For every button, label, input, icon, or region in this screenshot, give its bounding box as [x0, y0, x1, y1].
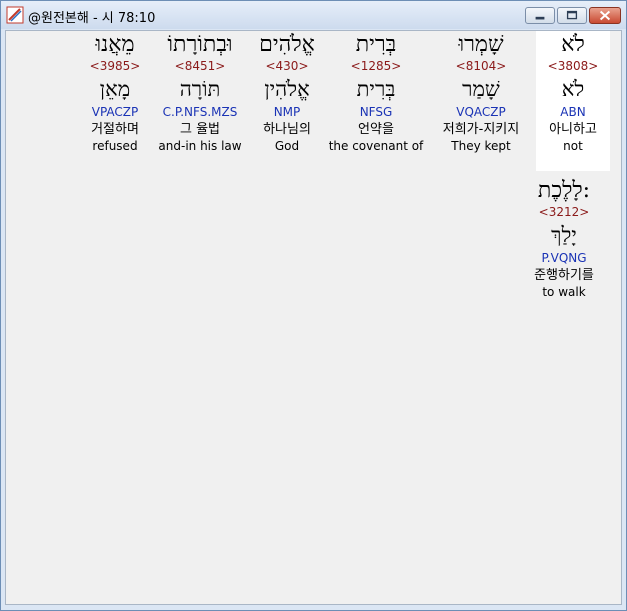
hebrew-word: שָׁמְרוּ: [458, 32, 504, 57]
morph-code: P.VQNG: [541, 251, 587, 265]
word-column[interactable]: אֱלֹהִים <430> אֱלֹהִין NMP 하나님의 God: [249, 31, 325, 154]
hebrew-word: מֵאֲנוּ: [95, 32, 135, 57]
lemma-word: אֱלֹהִין: [264, 77, 310, 101]
lemma-word: יָלַךְ: [551, 223, 577, 247]
hebrew-word: וּבְתוֹרָתוֹ: [167, 32, 233, 57]
close-button[interactable]: [589, 7, 621, 24]
window-title: @원전본해 - 시 78:10: [28, 11, 156, 26]
lemma-word: תּוֹרָה: [179, 77, 221, 101]
minimize-button[interactable]: [525, 7, 555, 24]
interlinear-pane[interactable]: לֹא <3808> לֹא ABN 아니하고 not שָׁמְרוּ <81…: [5, 30, 622, 605]
morph-code: C.P.NFS.MZS: [162, 105, 238, 119]
korean-gloss: 언약을: [358, 122, 394, 137]
english-gloss: and-in his law: [158, 139, 242, 153]
korean-gloss: 준행하기를: [534, 268, 594, 283]
app-window: @원전본해 - 시 78:10 לֹא <3808> לֹא ABN 아니하고 …: [0, 0, 627, 611]
english-gloss: to walk: [542, 285, 586, 299]
lemma-word: מָאֵן: [99, 77, 131, 101]
korean-gloss: 아니하고: [549, 122, 597, 137]
word-column[interactable]: וּבְתוֹרָתוֹ <8451> תּוֹרָה C.P.NFS.MZS …: [154, 31, 246, 154]
strong-number[interactable]: <3808>: [536, 58, 610, 74]
strong-number[interactable]: <8104>: [430, 58, 532, 74]
title-bar[interactable]: @원전본해 - 시 78:10: [1, 1, 626, 29]
korean-gloss: 그 율법: [179, 122, 220, 137]
word-column[interactable]: לֹא <3808> לֹא ABN 아니하고 not: [536, 31, 610, 171]
korean-gloss: 거절하며: [91, 122, 139, 137]
strong-number[interactable]: <1285>: [328, 58, 424, 74]
english-gloss: God: [274, 139, 300, 153]
english-gloss: refused: [92, 139, 138, 153]
lemma-word: בְּרִית: [356, 77, 396, 101]
morph-code: VPACZP: [91, 105, 139, 119]
word-column[interactable]: מֵאֲנוּ <3985> מָאֵן VPACZP 거절하며 refused: [80, 31, 150, 154]
korean-gloss: 저희가-지키지: [442, 122, 520, 137]
hebrew-word: לָלֶכֶת:: [537, 178, 591, 203]
app-icon: [6, 6, 24, 24]
word-column[interactable]: לָלֶכֶת: <3212> יָלַךְ P.VQNG 준행하기를 to w…: [520, 177, 608, 300]
morph-code: ABN: [560, 105, 586, 119]
morph-code: NFSG: [359, 105, 393, 119]
word-column[interactable]: בְּרִית <1285> בְּרִית NFSG 언약을 the cove…: [328, 31, 424, 154]
english-gloss: not: [563, 139, 583, 153]
english-gloss: They kept: [451, 139, 511, 153]
lemma-word: שָׁמַר: [462, 77, 500, 101]
english-gloss: the covenant of: [328, 139, 424, 153]
strong-number[interactable]: <3212>: [520, 204, 608, 220]
strong-number[interactable]: <430>: [249, 58, 325, 74]
minimize-icon: [535, 16, 545, 20]
korean-gloss: 하나님의: [263, 122, 311, 137]
maximize-icon: [566, 10, 578, 20]
close-icon: [599, 10, 611, 21]
hebrew-word: אֱלֹהִים: [259, 32, 315, 57]
morph-code: NMP: [273, 105, 301, 119]
hebrew-word: לֹא: [561, 32, 585, 57]
hebrew-word: בְּרִית: [355, 32, 397, 57]
maximize-button[interactable]: [557, 7, 587, 24]
word-column[interactable]: שָׁמְרוּ <8104> שָׁמַר VQACZP 저희가-지키지 Th…: [430, 31, 532, 154]
strong-number[interactable]: <8451>: [154, 58, 246, 74]
strong-number[interactable]: <3985>: [80, 58, 150, 74]
morph-code: VQACZP: [456, 105, 506, 119]
lemma-word: לֹא: [561, 77, 585, 101]
